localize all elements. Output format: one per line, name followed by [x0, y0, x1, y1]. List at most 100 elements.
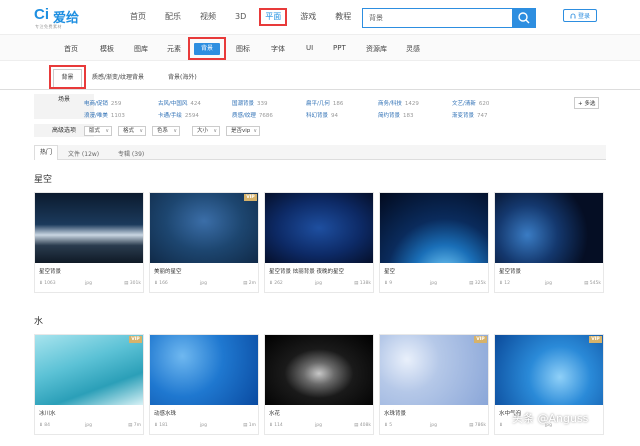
select-layout[interactable]: 版式 — [84, 126, 112, 136]
file-format: jpg — [315, 423, 322, 428]
headset-icon — [570, 13, 576, 18]
card-title: 水花 — [269, 411, 281, 417]
card-meta: ⬇ 1063 jpg ▤ 301k — [39, 281, 141, 289]
download-count: ⬇ 9 — [384, 281, 393, 286]
topnav-game[interactable]: 游戏 — [300, 8, 316, 26]
logo-mark-icon: Ci — [34, 6, 49, 23]
cat-template[interactable]: 模板 — [100, 44, 114, 54]
subtab-background[interactable]: 背景 — [53, 69, 82, 87]
search-box — [362, 8, 536, 28]
file-size: ▤ 786k — [469, 423, 486, 428]
typetab-hot[interactable]: 热门 — [34, 145, 59, 160]
card-title: 美丽的星空 — [154, 269, 182, 275]
cat-element[interactable]: 元素 — [167, 44, 181, 54]
card-water-3[interactable]: 水花 ⬇ 114 jpg ▤ 408k — [264, 334, 374, 435]
tag-chinese-style[interactable]: 古风/中国风 424 — [158, 99, 201, 107]
card-starry-4[interactable]: 星空 ⬇ 9 jpg ▤ 325k — [379, 192, 489, 293]
download-count: ⬇ 262 — [269, 281, 283, 286]
topnav-music[interactable]: 配乐 — [165, 8, 181, 26]
type-tabs: 热门 文件 (12w) 专辑 (39) — [34, 145, 606, 160]
card-meta: ⬇ 166 jpg ▤ 2m — [154, 281, 256, 289]
typetab-albums[interactable]: 专辑 (39) — [118, 149, 144, 158]
tag-cartoon[interactable]: 卡通/手绘 2594 — [158, 111, 199, 119]
multi-select-button[interactable]: + 多选 — [574, 97, 600, 109]
file-format: jpg — [315, 281, 322, 286]
cat-resource[interactable]: 资源库 — [366, 44, 387, 54]
select-format[interactable]: 格式 — [118, 126, 146, 136]
search-icon — [518, 12, 530, 24]
topnav-home[interactable]: 首页 — [130, 8, 146, 26]
card-starry-3[interactable]: 星空背景 炫丽背景 夜晚的星空 ⬇ 262 jpg ▤ 138k — [264, 192, 374, 293]
file-format: jpg — [85, 423, 92, 428]
card-title: 星空背景 — [499, 269, 522, 275]
top-nav: 首页 配乐 视频 3D 平面 游戏 教程 — [130, 8, 370, 26]
cat-inspiration[interactable]: 灵感 — [406, 44, 420, 54]
tag-ecommerce[interactable]: 电商/促销 259 — [84, 99, 121, 107]
card-starry-1[interactable]: 星空背景 ⬇ 1063 jpg ▤ 301k — [34, 192, 144, 293]
subtab-background-highlight: 背景 — [49, 65, 86, 89]
thumbnail — [265, 193, 373, 263]
thumbnail — [380, 335, 488, 405]
thumbnail — [265, 335, 373, 405]
tag-business[interactable]: 商务/科技 1429 — [378, 99, 419, 107]
file-format: jpg — [85, 281, 92, 286]
tag-flat[interactable]: 扁平/几何 186 — [306, 99, 343, 107]
topnav-3d[interactable]: 3D — [235, 8, 246, 26]
download-count: ⬇ 1063 — [39, 281, 56, 286]
topnav-video[interactable]: 视频 — [200, 8, 216, 26]
download-count: ⬇ 12 — [499, 281, 510, 286]
tag-guochao[interactable]: 国潮背景 339 — [232, 99, 268, 107]
card-starry-5[interactable]: 星空背景 ⬇ 12 jpg ▤ 545k — [494, 192, 604, 293]
cat-background[interactable]: 背景 — [194, 43, 220, 55]
subtab-texture[interactable]: 质感/渐变/纹理背景 — [92, 72, 144, 81]
cat-font[interactable]: 字体 — [271, 44, 285, 54]
topnav-tutorial[interactable]: 教程 — [335, 8, 351, 26]
card-title: 星空背景 炫丽背景 夜晚的星空 — [269, 269, 344, 275]
search-input[interactable] — [369, 9, 509, 27]
file-format: jpg — [430, 281, 437, 286]
cat-ui[interactable]: UI — [306, 44, 313, 52]
file-format: jpg — [430, 423, 437, 428]
site-logo[interactable]: Ci 爱给 专注免费素材 — [34, 6, 94, 30]
file-size: ▤ 301k — [124, 281, 141, 286]
cat-gallery[interactable]: 图库 — [134, 44, 148, 54]
file-size: ▤ 325k — [469, 281, 486, 286]
download-count: ⬇ 5 — [384, 423, 393, 428]
card-title: 动感水珠 — [154, 411, 177, 417]
card-meta: ⬇ 9 jpg ▤ 325k — [384, 281, 486, 289]
sub-tabs: 背景 质感/渐变/纹理背景 背景(海外) — [0, 62, 640, 90]
tag-scifi[interactable]: 科幻背景 94 — [306, 111, 338, 119]
card-water-4[interactable]: VIP 水珠背景 ⬇ 5 jpg ▤ 786k — [379, 334, 489, 435]
tag-texture[interactable]: 质感/纹理 7686 — [232, 111, 273, 119]
card-starry-2[interactable]: VIP 美丽的星空 ⬇ 166 jpg ▤ 2m — [149, 192, 259, 293]
search-button[interactable] — [512, 8, 536, 28]
typetab-files[interactable]: 文件 (12w) — [68, 149, 99, 158]
thumbnail — [150, 335, 258, 405]
file-size: ▤ 138k — [354, 281, 371, 286]
card-water-1[interactable]: VIP 冰川水 ⬇ 84 jpg ▤ 7m — [34, 334, 144, 435]
cat-ppt[interactable]: PPT — [333, 44, 346, 52]
subtab-overseas[interactable]: 背景(海外) — [168, 72, 197, 81]
download-count: ⬇ — [499, 423, 503, 428]
card-title: 星空 — [384, 269, 396, 275]
card-title: 冰川水 — [39, 411, 56, 417]
card-meta: ⬇ 114 jpg ▤ 408k — [269, 423, 371, 431]
select-color[interactable]: 色系 — [152, 126, 180, 136]
tag-gradient[interactable]: 渐变背景 747 — [452, 111, 488, 119]
tag-literary[interactable]: 文艺/清新 620 — [452, 99, 489, 107]
tag-romantic[interactable]: 浪漫/唯美 1103 — [84, 111, 125, 119]
topnav-graphic[interactable]: 平面 — [259, 8, 288, 26]
card-meta: ⬇ 5 jpg ▤ 786k — [384, 423, 486, 431]
logo-slogan: 专注免费素材 — [35, 24, 62, 29]
select-vip[interactable]: 是否vip — [226, 126, 260, 136]
thumbnail — [150, 193, 258, 263]
thumbnail — [35, 335, 143, 405]
download-count: ⬇ 181 — [154, 423, 168, 428]
cat-background-highlight: 背景 — [188, 37, 226, 60]
cat-home[interactable]: 首页 — [64, 44, 78, 54]
login-button[interactable]: 登录 — [563, 9, 597, 22]
tag-simple[interactable]: 简约背景 183 — [378, 111, 414, 119]
card-water-2[interactable]: 动感水珠 ⬇ 181 jpg ▤ 1m — [149, 334, 259, 435]
cat-icon[interactable]: 图标 — [236, 44, 250, 54]
select-size[interactable]: 大小 — [192, 126, 220, 136]
